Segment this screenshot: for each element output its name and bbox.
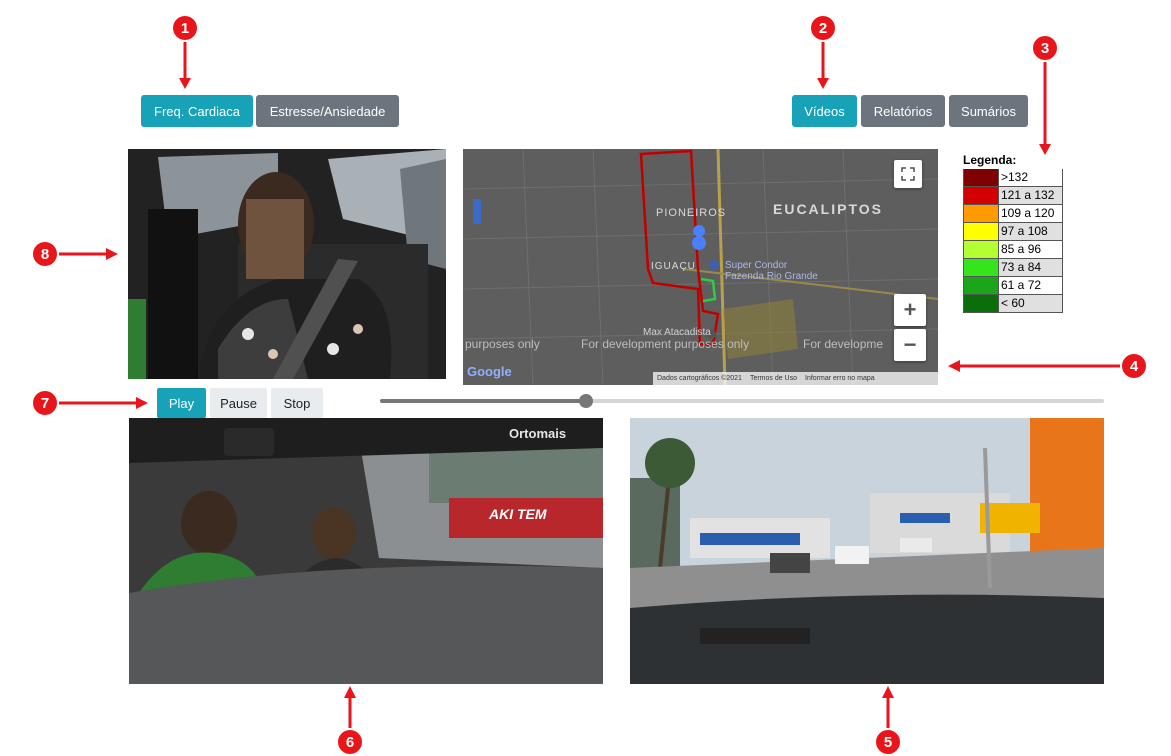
heart-rate-legend: Legenda: >132 121 a 132 109 a 120 97 a 1… — [963, 153, 1063, 313]
map-report-link[interactable]: Informar erro no mapa — [805, 375, 875, 382]
map-dev-watermark-3: For developme — [803, 337, 884, 351]
slider-fill — [380, 399, 587, 403]
map-fullscreen-button[interactable] — [894, 160, 922, 188]
driver-face-video-frame — [128, 149, 446, 379]
legend-row: >132 — [963, 169, 1063, 187]
legend-swatch — [964, 277, 999, 294]
tab-estresse-ansiedade[interactable]: Estresse/Ansiedade — [256, 95, 399, 127]
map-label-eucaliptos: EUCALIPTOS — [773, 201, 883, 217]
map-google-logo: Google — [467, 364, 512, 379]
map-terms-link[interactable]: Termos de Uso — [750, 375, 797, 382]
playback-slider[interactable] — [380, 394, 1104, 408]
map-dev-watermark-1: purposes only — [465, 337, 540, 351]
road-video-frame — [630, 418, 1104, 684]
cabin-video-frame — [129, 418, 603, 684]
tab-relatorios[interactable]: Relatórios — [861, 95, 945, 127]
legend-swatch — [964, 223, 999, 240]
legend-label: >132 — [999, 169, 1062, 186]
legend-label: 85 a 96 — [999, 241, 1062, 258]
legend-swatch — [964, 295, 999, 312]
map-label-poi-super-condor: Super Condor — [725, 260, 788, 271]
play-button[interactable]: Play — [157, 388, 206, 418]
legend-swatch — [964, 205, 999, 222]
legend-row: 109 a 120 — [963, 205, 1063, 223]
map-dev-watermark-2: For development purposes only — [581, 337, 750, 351]
cabin-store-sign: AKI TEM — [489, 506, 547, 522]
legend-title: Legenda: — [963, 153, 1017, 167]
legend-row: < 60 — [963, 295, 1063, 313]
cabin-video: Ortomais AKI TEM — [129, 418, 603, 684]
legend-label: 61 a 72 — [999, 277, 1062, 294]
legend-swatch — [964, 241, 999, 258]
legend-row: 73 a 84 — [963, 259, 1063, 277]
tab-sumarios[interactable]: Sumários — [949, 95, 1028, 127]
road-video — [630, 418, 1104, 684]
legend-swatch — [964, 187, 999, 204]
legend-row: 97 a 108 — [963, 223, 1063, 241]
stop-button[interactable]: Stop — [271, 388, 323, 418]
route-map[interactable]: EUCALIPTOS PIONEIROS IGUAÇU Super Condor… — [463, 149, 938, 385]
legend-swatch — [964, 259, 999, 276]
map-label-pioneiros: PIONEIROS — [656, 207, 727, 219]
legend-row: 121 a 132 — [963, 187, 1063, 205]
cabin-sign-text: Ortomais — [509, 426, 567, 441]
legend-label: 121 a 132 — [999, 187, 1062, 204]
map-attribution: Dados cartográficos ©2021 — [657, 375, 742, 382]
pause-button[interactable]: Pause — [210, 388, 267, 418]
legend-row: 61 a 72 — [963, 277, 1063, 295]
legend-row: 85 a 96 — [963, 241, 1063, 259]
driver-face-video — [128, 149, 446, 379]
legend-swatch — [964, 169, 999, 186]
legend-label: 109 a 120 — [999, 205, 1062, 222]
fullscreen-icon — [901, 167, 915, 181]
tab-videos[interactable]: Vídeos — [792, 95, 857, 127]
map-zoom-in-button[interactable]: + — [894, 294, 926, 326]
map-label-poi-fazenda: Fazenda Rio Grande — [725, 271, 818, 282]
legend-label: 73 a 84 — [999, 259, 1062, 276]
legend-label: 97 a 108 — [999, 223, 1062, 240]
map-footer: Dados cartográficos ©2021 Termos de Uso … — [653, 372, 938, 385]
legend-label: < 60 — [999, 295, 1062, 312]
map-zoom-out-button[interactable]: − — [894, 329, 926, 361]
map-label-iguacu: IGUAÇU — [651, 261, 696, 272]
tab-freq-cardiaca[interactable]: Freq. Cardiaca — [141, 95, 253, 127]
